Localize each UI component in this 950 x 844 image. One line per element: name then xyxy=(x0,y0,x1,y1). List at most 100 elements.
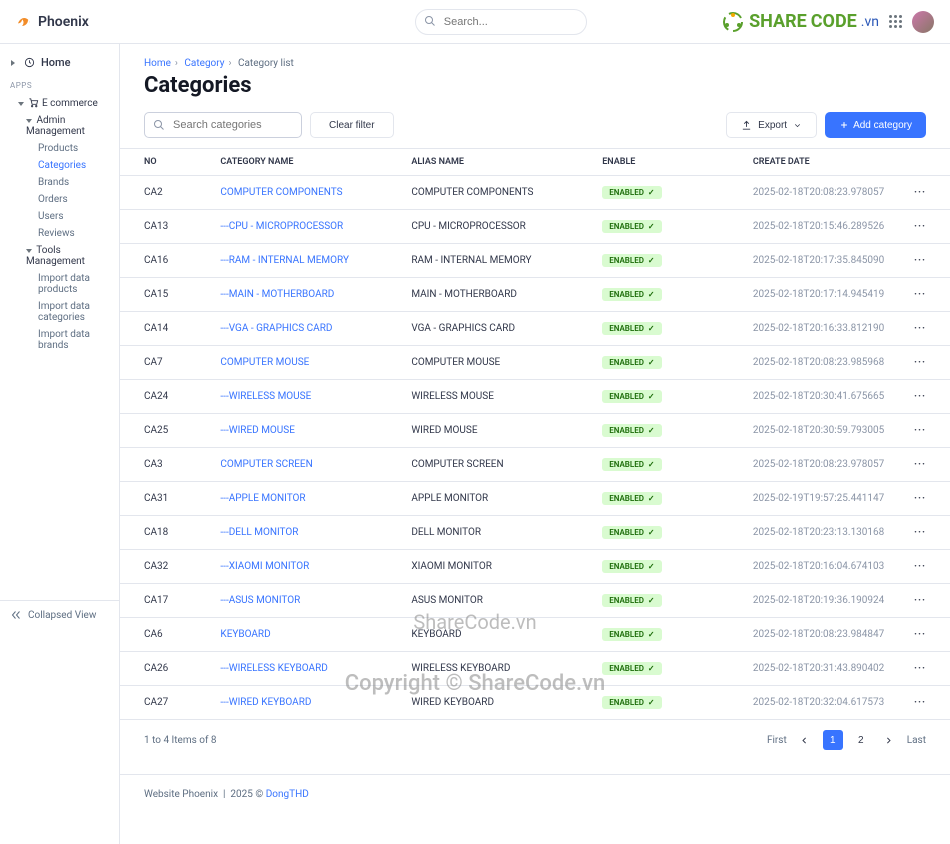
pager-last[interactable]: Last xyxy=(907,735,926,746)
more-icon[interactable]: ··· xyxy=(914,561,926,572)
cell-actions[interactable]: ··· xyxy=(904,244,950,278)
footer-author[interactable]: DongTHD xyxy=(266,789,309,800)
cell-actions[interactable]: ··· xyxy=(904,210,950,244)
more-icon[interactable]: ··· xyxy=(914,459,926,470)
more-icon[interactable]: ··· xyxy=(914,221,926,232)
col-date[interactable]: CREATE DATE xyxy=(743,149,904,176)
cell-actions[interactable]: ··· xyxy=(904,346,950,380)
add-category-button[interactable]: Add category xyxy=(825,112,926,138)
cell-name[interactable]: ---RAM - INTERNAL MEMORY xyxy=(210,244,401,278)
more-icon[interactable]: ··· xyxy=(914,493,926,504)
brand[interactable]: Phoenix xyxy=(16,14,89,30)
col-enable[interactable]: ENABLE xyxy=(592,149,743,176)
sidebar-item-users[interactable]: Users xyxy=(0,208,119,225)
more-icon[interactable]: ··· xyxy=(914,697,926,708)
check-icon: ✓ xyxy=(648,222,655,231)
cell-no: CA25 xyxy=(120,414,210,448)
more-icon[interactable]: ··· xyxy=(914,323,926,334)
more-icon[interactable]: ··· xyxy=(914,425,926,436)
cell-actions[interactable]: ··· xyxy=(904,652,950,686)
table-footer: 1 to 4 Items of 8 First 1 2 Last xyxy=(120,720,950,760)
more-icon[interactable]: ··· xyxy=(914,357,926,368)
cell-name[interactable]: ---CPU - MICROPROCESSOR xyxy=(210,210,401,244)
clear-filter-button[interactable]: Clear filter xyxy=(310,112,394,138)
sidebar-tools-mgmt[interactable]: Tools Management xyxy=(0,242,119,270)
cell-enable: ENABLED ✓ xyxy=(592,380,743,414)
col-alias[interactable]: ALIAS NAME xyxy=(401,149,592,176)
breadcrumb-category[interactable]: Category xyxy=(184,58,224,69)
sidebar-item-reviews[interactable]: Reviews xyxy=(0,225,119,242)
col-no[interactable]: NO xyxy=(120,149,210,176)
category-search-input[interactable] xyxy=(144,112,302,138)
pager-first[interactable]: First xyxy=(767,735,787,746)
cell-name[interactable]: ---MAIN - MOTHERBOARD xyxy=(210,278,401,312)
more-icon[interactable]: ··· xyxy=(914,255,926,266)
more-icon[interactable]: ··· xyxy=(914,187,926,198)
cell-actions[interactable]: ··· xyxy=(904,414,950,448)
pager-page-1[interactable]: 1 xyxy=(823,730,843,750)
cell-name[interactable]: ---DELL MONITOR xyxy=(210,516,401,550)
cell-actions[interactable]: ··· xyxy=(904,686,950,720)
avatar[interactable] xyxy=(912,11,934,33)
cell-name[interactable]: ---XIAOMI MONITOR xyxy=(210,550,401,584)
cell-name[interactable]: COMPUTER COMPONENTS xyxy=(210,176,401,210)
sidebar-admin-mgmt[interactable]: Admin Management xyxy=(0,112,119,140)
cell-date: 2025-02-18T20:30:59.793005 xyxy=(743,414,904,448)
apps-grid-icon[interactable] xyxy=(889,15,902,28)
pager-next[interactable] xyxy=(879,730,899,750)
sidebar-home[interactable]: Home xyxy=(0,52,119,73)
global-search-input[interactable] xyxy=(415,9,587,35)
cell-alias: MAIN - MOTHERBOARD xyxy=(401,278,592,312)
cell-name[interactable]: ---WIRED MOUSE xyxy=(210,414,401,448)
cell-name[interactable]: COMPUTER SCREEN xyxy=(210,448,401,482)
sidebar-item-import-data-products[interactable]: Import data products xyxy=(0,270,119,298)
cell-name[interactable]: COMPUTER MOUSE xyxy=(210,346,401,380)
sidebar-item-import-data-brands[interactable]: Import data brands xyxy=(0,326,119,354)
cell-name[interactable]: ---APPLE MONITOR xyxy=(210,482,401,516)
cell-actions[interactable]: ··· xyxy=(904,584,950,618)
pager-prev[interactable] xyxy=(795,730,815,750)
more-icon[interactable]: ··· xyxy=(914,527,926,538)
cell-name[interactable]: ---VGA - GRAPHICS CARD xyxy=(210,312,401,346)
breadcrumb-home[interactable]: Home xyxy=(144,58,171,69)
sharecode-text-a: SHARE xyxy=(749,11,807,32)
cell-enable: ENABLED ✓ xyxy=(592,652,743,686)
footer-sep: | xyxy=(223,789,225,800)
more-icon[interactable]: ··· xyxy=(914,289,926,300)
sidebar-collapse[interactable]: Collapsed View xyxy=(0,600,119,629)
cell-no: CA7 xyxy=(120,346,210,380)
cell-actions[interactable]: ··· xyxy=(904,312,950,346)
clock-icon xyxy=(24,57,35,68)
cell-actions[interactable]: ··· xyxy=(904,516,950,550)
cell-name[interactable]: KEYBOARD xyxy=(210,618,401,652)
cell-name[interactable]: ---WIRED KEYBOARD xyxy=(210,686,401,720)
cell-actions[interactable]: ··· xyxy=(904,448,950,482)
search-icon xyxy=(424,15,436,27)
cell-name[interactable]: ---WIRELESS KEYBOARD xyxy=(210,652,401,686)
status-badge: ENABLED ✓ xyxy=(602,288,661,301)
cell-alias: WIRELESS KEYBOARD xyxy=(401,652,592,686)
export-button[interactable]: Export xyxy=(726,112,817,138)
table-row: CA17---ASUS MONITORASUS MONITORENABLED ✓… xyxy=(120,584,950,618)
cell-actions[interactable]: ··· xyxy=(904,278,950,312)
more-icon[interactable]: ··· xyxy=(914,663,926,674)
cell-actions[interactable]: ··· xyxy=(904,550,950,584)
cell-actions[interactable]: ··· xyxy=(904,176,950,210)
more-icon[interactable]: ··· xyxy=(914,629,926,640)
cell-date: 2025-02-18T20:15:46.289526 xyxy=(743,210,904,244)
sidebar-ecommerce[interactable]: E commerce xyxy=(0,94,119,112)
cell-name[interactable]: ---ASUS MONITOR xyxy=(210,584,401,618)
cell-actions[interactable]: ··· xyxy=(904,618,950,652)
sidebar-item-products[interactable]: Products xyxy=(0,140,119,157)
pager-page-2[interactable]: 2 xyxy=(851,730,871,750)
cell-actions[interactable]: ··· xyxy=(904,482,950,516)
sidebar-item-import-data-categories[interactable]: Import data categories xyxy=(0,298,119,326)
more-icon[interactable]: ··· xyxy=(914,391,926,402)
cell-actions[interactable]: ··· xyxy=(904,380,950,414)
more-icon[interactable]: ··· xyxy=(914,595,926,606)
sidebar-item-brands[interactable]: Brands xyxy=(0,174,119,191)
sidebar-item-orders[interactable]: Orders xyxy=(0,191,119,208)
sidebar-item-categories[interactable]: Categories xyxy=(0,157,119,174)
cell-name[interactable]: ---WIRELESS MOUSE xyxy=(210,380,401,414)
col-name[interactable]: CATEGORY NAME xyxy=(210,149,401,176)
